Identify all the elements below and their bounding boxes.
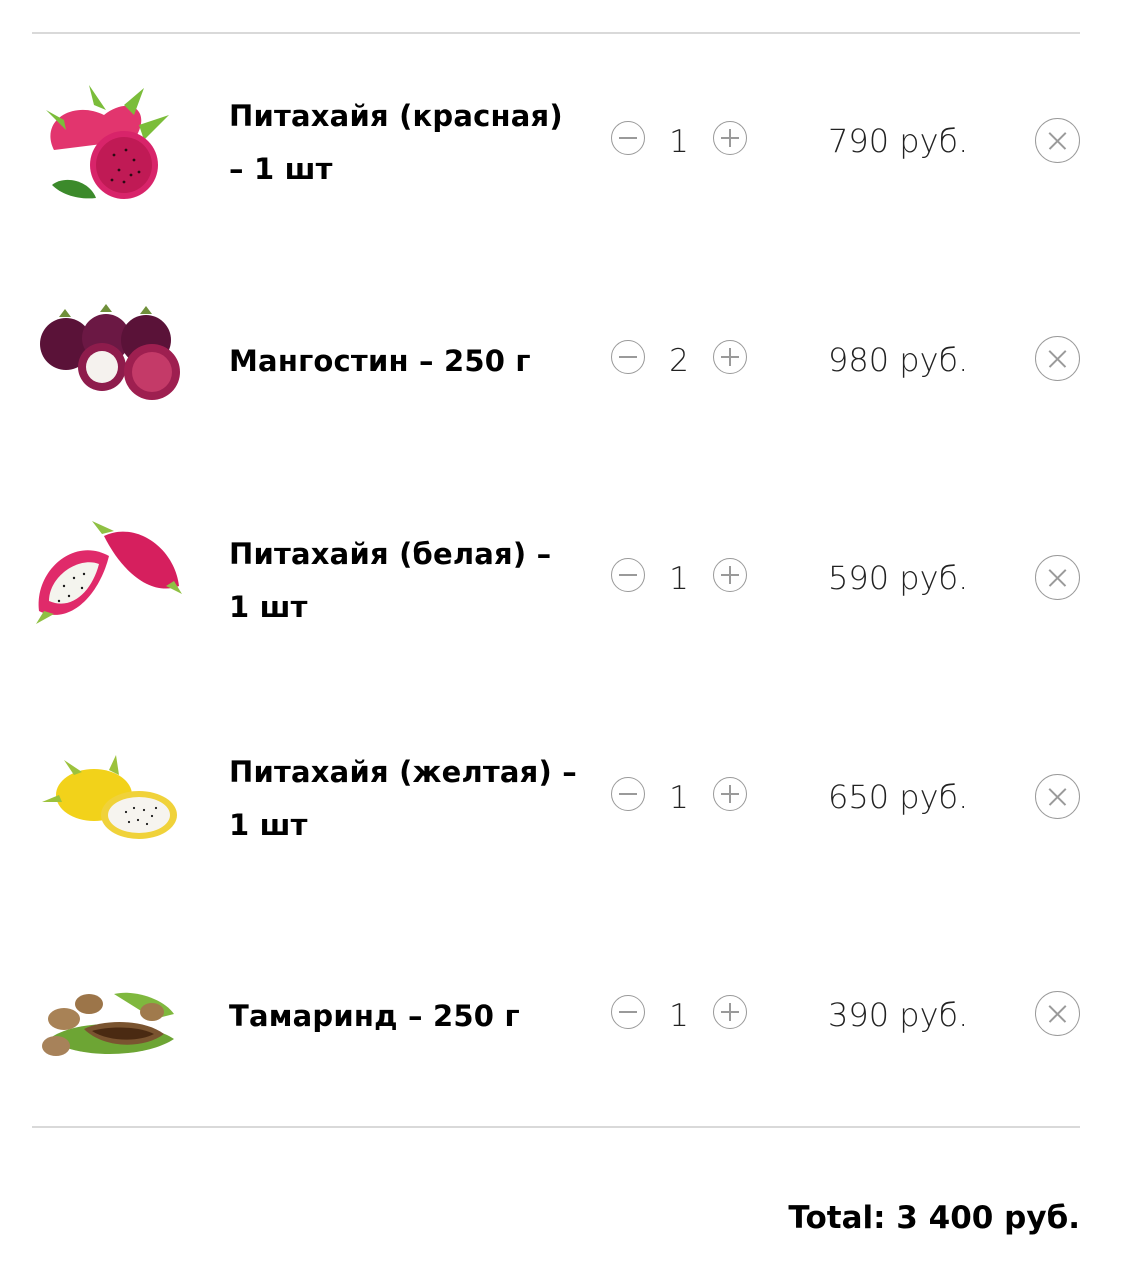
- decrease-quantity-button[interactable]: [611, 995, 645, 1029]
- quantity-value: 1: [669, 124, 689, 160]
- remove-item-button[interactable]: [1035, 336, 1080, 381]
- decrease-quantity-button[interactable]: [611, 777, 645, 811]
- remove-item-button[interactable]: [1035, 555, 1080, 600]
- quantity-value: 2: [669, 343, 689, 379]
- decrease-quantity-button[interactable]: [611, 558, 645, 592]
- product-price: 790 руб.: [828, 122, 969, 160]
- remove-item-button[interactable]: [1035, 991, 1080, 1036]
- increase-quantity-button[interactable]: [713, 995, 747, 1029]
- increase-quantity-button[interactable]: [713, 558, 747, 592]
- remove-item-button[interactable]: [1035, 774, 1080, 819]
- decrease-quantity-button[interactable]: [611, 340, 645, 374]
- product-price: 390 руб.: [828, 996, 969, 1034]
- cart-item-row: Мангостин – 250 г 2 980 руб.: [0, 252, 1130, 472]
- cart-item-row: Питахайя (желтая) – 1 шт 1 650 руб.: [0, 688, 1130, 908]
- product-image-tamarind: [34, 964, 184, 1094]
- product-title[interactable]: Питахайя (желтая) – 1 шт: [229, 746, 579, 852]
- product-image-yellow-dragon-fruit: [34, 740, 184, 870]
- quantity-value: 1: [669, 561, 689, 597]
- product-price: 590 руб.: [828, 559, 969, 597]
- product-price: 980 руб.: [828, 341, 969, 379]
- product-title[interactable]: Питахайя (красная) – 1 шт: [229, 90, 579, 196]
- increase-quantity-button[interactable]: [713, 340, 747, 374]
- increase-quantity-button[interactable]: [713, 121, 747, 155]
- product-title[interactable]: Мангостин – 250 г: [229, 335, 579, 388]
- remove-item-button[interactable]: [1035, 118, 1080, 163]
- bottom-divider: [32, 1126, 1080, 1128]
- quantity-value: 1: [669, 998, 689, 1034]
- cart-item-row: Питахайя (белая) – 1 шт 1 590 руб.: [0, 470, 1130, 690]
- cart-item-row: Тамаринд – 250 г 1 390 руб.: [0, 906, 1130, 1126]
- product-price: 650 руб.: [828, 778, 969, 816]
- product-image-mangosteen: [34, 282, 184, 412]
- decrease-quantity-button[interactable]: [611, 121, 645, 155]
- increase-quantity-button[interactable]: [713, 777, 747, 811]
- product-image-red-dragon-fruit: [34, 80, 184, 210]
- product-image-white-dragon-fruit: [34, 516, 184, 646]
- product-title[interactable]: Тамаринд – 250 г: [229, 990, 579, 1043]
- quantity-value: 1: [669, 780, 689, 816]
- cart-total: Total: 3 400 руб.: [788, 1200, 1080, 1236]
- cart-item-row: Питахайя (красная) – 1 шт 1 790 руб.: [0, 32, 1130, 252]
- product-title[interactable]: Питахайя (белая) – 1 шт: [229, 528, 579, 634]
